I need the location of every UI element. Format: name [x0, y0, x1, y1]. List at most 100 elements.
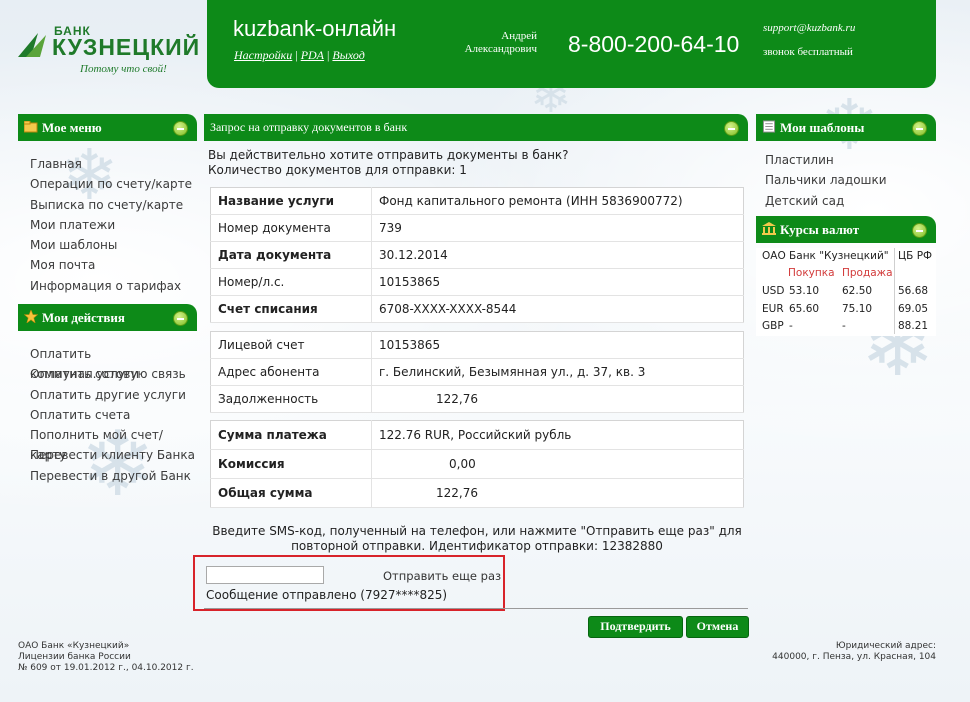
template-item[interactable]: Детский сад: [765, 191, 936, 211]
rate-buy: 53.10: [789, 285, 820, 297]
rate-cb: 69.05: [898, 303, 929, 315]
action-pay-utilities[interactable]: Оплатить коммунал.услуги: [30, 344, 197, 381]
rate-sell: 62.50: [842, 285, 873, 297]
action-pay-bills[interactable]: Оплатить счета: [30, 405, 197, 425]
sms-code-input[interactable]: [206, 566, 324, 584]
user-patronymic: Александрович: [464, 43, 537, 55]
rate-row: USD 53.10 62.50 56.68: [762, 283, 936, 299]
menu-item-mail[interactable]: Моя почта: [30, 255, 197, 275]
action-transfer-client[interactable]: Перевести клиенту Банка: [30, 445, 197, 465]
template-item[interactable]: Пальчики ладошки: [765, 170, 936, 190]
field-value: 6708-XXXX-XXXX-8544: [371, 295, 744, 323]
rate-cb: 56.68: [898, 285, 929, 297]
link-separator: |: [327, 48, 330, 62]
field-label: Комиссия: [210, 449, 372, 479]
menu-item-home[interactable]: Главная: [30, 154, 197, 174]
action-transfer-other-bank[interactable]: Перевести в другой Банк: [30, 466, 197, 486]
table-row: Лицевой счет 10153865: [210, 331, 744, 359]
field-label: Номер/л.с.: [210, 268, 372, 296]
main-panel-header: Запрос на отправку документов в банк: [204, 114, 748, 141]
collapse-toggle-icon[interactable]: [912, 121, 927, 136]
my-menu-header[interactable]: Мое меню: [18, 114, 197, 141]
collapse-toggle-icon[interactable]: [173, 311, 188, 326]
templates-list: Пластилин Пальчики ладошки Детский сад: [756, 141, 936, 211]
action-pay-other[interactable]: Оплатить другие услуги: [30, 385, 197, 405]
my-menu-title: Мое меню: [42, 120, 102, 135]
document-count: Количество документов для отправки: 1: [208, 163, 467, 177]
account-details-table: Лицевой счет 10153865 Адрес абонента г. Бе…: [210, 331, 744, 413]
field-label: Счет списания: [210, 295, 372, 323]
site-title: kuzbank-онлайн: [233, 16, 397, 41]
collapse-toggle-icon[interactable]: [912, 223, 927, 238]
field-value: 10153865: [371, 331, 744, 359]
cancel-button[interactable]: Отмена: [686, 616, 749, 638]
main-panel-title: Запрос на отправку документов в банк: [210, 120, 408, 134]
sms-instructions: Введите SMS-код, полученный на телефон, …: [204, 524, 750, 554]
menu-item-templates[interactable]: Мои шаблоны: [30, 235, 197, 255]
table-row: Адрес абонента г. Белинский, Безымянная у…: [210, 358, 744, 386]
table-row: Номер/л.с. 10153865: [210, 268, 744, 296]
my-actions-header[interactable]: Мои действия: [18, 304, 197, 331]
rates-header[interactable]: Курсы валют: [756, 216, 936, 243]
collapse-toggle-icon[interactable]: [173, 121, 188, 136]
confirm-button[interactable]: Подтвердить: [588, 616, 683, 638]
confirm-question: Вы действительно хотите отправить докуме…: [208, 148, 569, 178]
my-menu-list: Главная Операции по счету/карте Выписка …: [18, 141, 197, 296]
footer-license: Лицензии банка России: [18, 652, 131, 662]
menu-item-payments[interactable]: Мои платежи: [30, 215, 197, 235]
user-first-name: Андрей: [501, 30, 537, 42]
logout-link[interactable]: Выход: [332, 48, 364, 62]
my-actions-panel: Мои действия Оплатить коммунал.услуги Оп…: [18, 304, 197, 486]
field-label: Дата документа: [210, 241, 372, 269]
action-pay-mobile[interactable]: Оплатить сотовую связь: [30, 364, 197, 384]
field-value: 122.76 RUR, Российский рубль: [371, 420, 744, 450]
templates-book-icon: [762, 120, 776, 133]
field-label: Задолженность: [210, 385, 372, 413]
field-value: 122,76: [371, 385, 744, 413]
divider: [204, 608, 748, 609]
rate-row: GBP - - 88.21: [762, 318, 936, 334]
payment-summary-table: Сумма платежа 122.76 RUR, Российский рубл…: [210, 420, 744, 508]
menu-folder-icon: [24, 121, 38, 133]
call-free-note: звонок бесплатный: [763, 46, 853, 58]
field-value: 0,00: [371, 449, 744, 479]
table-row: Общая сумма 122,76: [210, 478, 744, 508]
table-row: Счет списания 6708-XXXX-XXXX-8544: [210, 295, 744, 323]
field-label: Адрес абонента: [210, 358, 372, 386]
resend-sms-link[interactable]: Отправить еще раз: [383, 569, 501, 583]
bank-logo[interactable]: БАНК КУЗНЕЦКИЙ Потому что свой!: [16, 24, 201, 80]
table-row: Номер документа 739: [210, 214, 744, 242]
field-value: 10153865: [371, 268, 744, 296]
pda-link[interactable]: PDA: [301, 48, 324, 62]
sms-instructions-line1: Введите SMS-код, полученный на телефон, …: [212, 524, 742, 538]
rates-cb-label: ЦБ РФ: [898, 250, 933, 262]
field-value: 30.12.2014: [371, 241, 744, 269]
template-item[interactable]: Пластилин: [765, 150, 936, 170]
rates-sell-header: Продажа: [842, 267, 893, 279]
field-value: 739: [371, 214, 744, 242]
field-label: Название услуги: [210, 187, 372, 215]
user-name: Андрей Александрович: [447, 30, 537, 56]
settings-link[interactable]: Настройки: [234, 48, 292, 62]
field-label: Сумма платежа: [210, 420, 372, 450]
header-links: Настройки | PDA | Выход: [234, 48, 365, 63]
field-value: 122,76: [371, 478, 744, 508]
menu-item-tariffs[interactable]: Информация о тарифах: [30, 276, 197, 296]
table-row: Название услуги Фонд капитального ремонта…: [210, 187, 744, 215]
field-label: Общая сумма: [210, 478, 372, 508]
rate-currency: GBP: [762, 320, 784, 332]
support-email[interactable]: support@kuzbank.ru: [763, 22, 855, 34]
rate-row: EUR 65.60 75.10 69.05: [762, 301, 936, 317]
action-topup[interactable]: Пополнить мой счет/карту: [30, 425, 197, 462]
my-actions-title: Мои действия: [42, 310, 125, 325]
rates-bank-label: ОАО Банк "Кузнецкий": [762, 250, 889, 262]
field-label: Лицевой счет: [210, 331, 372, 359]
question-text: Вы действительно хотите отправить докуме…: [208, 148, 569, 162]
menu-item-statement[interactable]: Выписка по счету/карте: [30, 195, 197, 215]
collapse-toggle-icon[interactable]: [724, 121, 739, 136]
table-row: Комиссия 0,00: [210, 449, 744, 479]
menu-item-operations[interactable]: Операции по счету/карте: [30, 174, 197, 194]
templates-header[interactable]: Мои шаблоны: [756, 114, 936, 141]
field-label: Номер документа: [210, 214, 372, 242]
rate-sell: -: [842, 320, 846, 332]
